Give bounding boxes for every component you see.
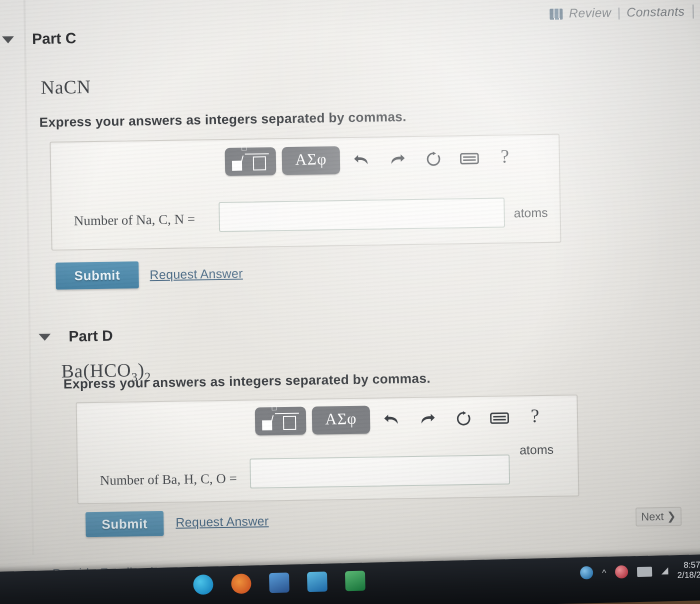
word-icon[interactable] [268, 572, 290, 594]
redo-icon[interactable] [412, 406, 442, 432]
tray-volume-icon[interactable]: ◢ [661, 565, 668, 576]
part-c-unit-label: atoms [513, 205, 548, 221]
photo-of-screen: Review | Constants Part C NaCN Express y… [0, 0, 700, 604]
photos-icon[interactable] [306, 571, 328, 593]
part-d-request-answer-link[interactable]: Request Answer [176, 514, 269, 529]
part-c-submit-button[interactable]: Submit [55, 261, 139, 290]
caret-down-icon[interactable] [1, 36, 15, 44]
part-c-answer-panel: □ ΑΣφ ? Number of Na, C, N = atoms [49, 133, 562, 251]
part-c-formula: NaCN [41, 77, 91, 100]
next-button-label: Next [641, 510, 664, 523]
part-d-answer-panel: □ ΑΣφ ? Number of Ba, H, C, O = atoms [75, 394, 580, 505]
part-c-title: Part C [31, 30, 77, 48]
review-link[interactable]: Review [569, 6, 611, 21]
part-d-field-label: Number of Ba, H, C, O = [99, 470, 238, 488]
taskbar-app-icons[interactable] [193, 570, 366, 595]
next-button[interactable]: Next ❯ [635, 506, 682, 527]
caret-down-icon[interactable] [38, 333, 51, 341]
help-icon[interactable]: ? [520, 404, 550, 430]
undo-icon[interactable] [346, 147, 376, 173]
tray-app-icon[interactable] [579, 566, 594, 580]
chevron-right-icon: ❯ [666, 510, 677, 524]
laptop-screen: Review | Constants Part C NaCN Express y… [0, 0, 700, 596]
nth-root-icon: □ [272, 403, 300, 432]
clock-date: 2/18/2021 [677, 568, 700, 580]
reset-icon[interactable] [448, 405, 478, 431]
part-c-math-toolbar[interactable]: □ ΑΣφ ? [224, 143, 526, 176]
tray-notification-icon[interactable] [615, 565, 629, 579]
part-d-title: Part D [68, 327, 114, 346]
part-c-answer-input[interactable] [218, 197, 506, 233]
review-bar-edge [692, 4, 694, 19]
part-c-instruction: Express your answers as integers separat… [39, 109, 407, 130]
reset-icon[interactable] [418, 145, 448, 171]
excel-icon[interactable] [344, 570, 366, 592]
constants-link[interactable]: Constants [626, 5, 684, 20]
part-d-math-toolbar[interactable]: □ ΑΣφ ? [254, 403, 556, 436]
greek-symbols-button[interactable]: ΑΣφ [311, 405, 371, 435]
system-tray[interactable]: ^ ◢ 8:57 AM 2/18/2021 [579, 559, 700, 582]
part-d-submit-button[interactable]: Submit [85, 510, 164, 538]
taskbar-clock[interactable]: 8:57 AM 2/18/2021 [677, 559, 700, 580]
greek-symbols-button[interactable]: ΑΣφ [281, 146, 341, 176]
part-c-request-answer-link[interactable]: Request Answer [150, 267, 243, 282]
tray-battery-icon[interactable] [637, 566, 653, 577]
tray-chevron-up-icon[interactable]: ^ [602, 567, 606, 577]
keyboard-icon[interactable] [484, 404, 514, 430]
template-radical-button[interactable]: □ [224, 144, 277, 176]
part-c-formula-text: NaCN [40, 77, 92, 99]
review-separator: | [617, 5, 621, 20]
undo-icon[interactable] [376, 406, 406, 432]
part-d-answer-input[interactable] [249, 454, 511, 489]
template-radical-button[interactable]: □ [254, 403, 307, 436]
mastering-chemistry-page: Review | Constants Part C NaCN Express y… [0, 0, 700, 581]
keyboard-icon[interactable] [454, 145, 484, 171]
book-icon [549, 8, 564, 20]
edge-browser-icon[interactable] [193, 574, 214, 595]
part-d-unit-label: atoms [519, 442, 554, 458]
part-c-field-label: Number of Na, C, N = [73, 211, 196, 229]
firefox-icon[interactable] [230, 573, 252, 594]
nth-root-icon: □ [242, 144, 270, 172]
part-c-header[interactable]: Part C [1, 30, 77, 48]
part-d-header[interactable]: Part D [38, 327, 114, 346]
review-constants-bar[interactable]: Review | Constants [549, 4, 694, 21]
redo-icon[interactable] [382, 146, 412, 172]
help-icon[interactable]: ? [490, 144, 520, 170]
